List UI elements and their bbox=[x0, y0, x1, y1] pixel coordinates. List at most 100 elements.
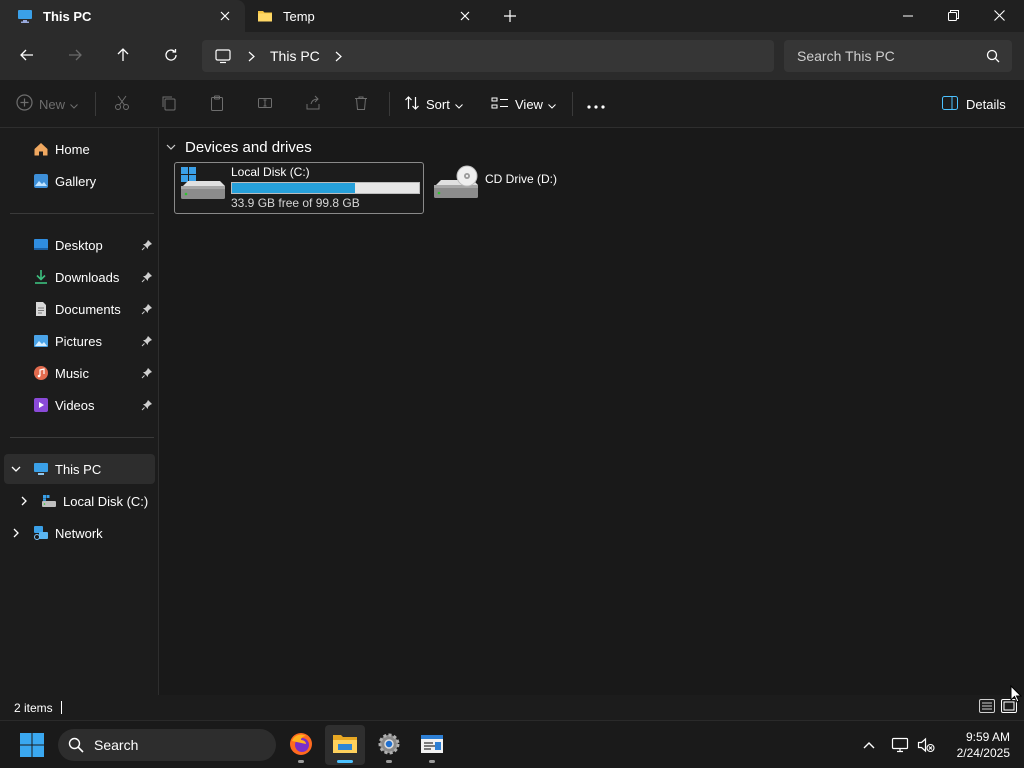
chevron-down-icon bbox=[548, 97, 556, 112]
search-placeholder: Search This PC bbox=[797, 48, 895, 64]
clock[interactable]: 9:59 AM 2/24/2025 bbox=[946, 729, 1010, 761]
close-button[interactable] bbox=[976, 0, 1022, 32]
details-label: Details bbox=[966, 96, 1006, 112]
sidebar-item-network[interactable]: Network bbox=[0, 518, 155, 548]
breadcrumb-this-pc[interactable]: This PC bbox=[270, 48, 320, 64]
sidebar-item-label: Pictures bbox=[55, 333, 102, 349]
rename-button[interactable] bbox=[257, 92, 273, 116]
group-header-devices[interactable]: Devices and drives bbox=[165, 138, 312, 156]
drive-free-space: 33.9 GB free of 99.8 GB bbox=[231, 196, 360, 210]
search-icon bbox=[986, 49, 1000, 63]
volume-muted-icon[interactable] bbox=[917, 736, 935, 754]
title-bar: This PC Temp bbox=[0, 0, 1024, 32]
taskbar-app-settings[interactable] bbox=[369, 725, 409, 765]
chevron-right-icon[interactable] bbox=[18, 495, 30, 507]
chevron-up-icon[interactable] bbox=[860, 736, 878, 754]
sidebar-item-this-pc[interactable]: This PC bbox=[4, 454, 155, 484]
sidebar-item-label: This PC bbox=[55, 461, 102, 477]
chevron-down-icon[interactable] bbox=[10, 463, 22, 475]
address-bar[interactable]: This PC bbox=[202, 40, 774, 72]
sidebar-item-videos[interactable]: Videos bbox=[0, 390, 155, 420]
more-icon bbox=[587, 97, 605, 112]
arrow-up-icon bbox=[116, 47, 130, 65]
taskbar-app-firefox[interactable] bbox=[281, 725, 321, 765]
clock-date: 2/24/2025 bbox=[956, 746, 1010, 760]
sidebar-item-gallery[interactable]: Gallery bbox=[0, 166, 155, 196]
drive-tile-cd-drive[interactable]: CD Drive (D:) bbox=[433, 162, 573, 214]
pin-icon[interactable] bbox=[141, 335, 153, 347]
sidebar-item-label: Local Disk (C:) bbox=[63, 493, 149, 509]
taskbar-search-label: Search bbox=[94, 737, 139, 753]
forward-button[interactable] bbox=[63, 44, 87, 68]
details-button[interactable]: Details bbox=[942, 92, 1006, 116]
tab-this-pc[interactable]: This PC bbox=[0, 0, 245, 32]
chevron-right-icon[interactable] bbox=[334, 49, 344, 63]
details-view-toggle[interactable] bbox=[978, 698, 996, 715]
tab-temp[interactable]: Temp bbox=[245, 0, 485, 32]
sidebar-item-pictures[interactable]: Pictures bbox=[0, 326, 155, 356]
sort-button[interactable]: Sort bbox=[404, 92, 463, 116]
sidebar-item-documents[interactable]: Documents bbox=[0, 294, 155, 324]
trash-icon bbox=[353, 95, 369, 114]
mouse-cursor-icon bbox=[1010, 684, 1023, 703]
drive-tile-local-disk[interactable]: Local Disk (C:) 33.9 GB free of 99.8 GB bbox=[174, 162, 424, 214]
sidebar-item-downloads[interactable]: Downloads bbox=[0, 262, 155, 292]
paste-button[interactable] bbox=[209, 92, 225, 116]
taskbar-search[interactable]: Search bbox=[58, 729, 276, 761]
restore-icon bbox=[947, 9, 959, 24]
minimize-button[interactable] bbox=[885, 0, 931, 32]
taskbar-app-notepad[interactable] bbox=[412, 725, 452, 765]
sidebar-item-label: Downloads bbox=[55, 269, 120, 285]
pin-icon[interactable] bbox=[141, 367, 153, 379]
chevron-right-icon[interactable] bbox=[246, 49, 256, 63]
chevron-down-icon bbox=[454, 97, 463, 112]
pin-icon[interactable] bbox=[141, 271, 153, 283]
running-indicator bbox=[298, 760, 304, 763]
sidebar-item-label: Music bbox=[55, 365, 89, 381]
delete-button[interactable] bbox=[353, 92, 369, 116]
back-button[interactable] bbox=[15, 44, 39, 68]
close-tab-icon[interactable] bbox=[217, 8, 233, 24]
pictures-icon bbox=[33, 333, 49, 349]
cut-button[interactable] bbox=[114, 92, 130, 116]
share-button[interactable] bbox=[305, 92, 321, 116]
plus-circle-icon bbox=[16, 94, 33, 114]
taskbar-app-file-explorer[interactable] bbox=[325, 725, 365, 765]
home-icon bbox=[33, 141, 49, 157]
restore-button[interactable] bbox=[930, 0, 976, 32]
status-separator bbox=[61, 701, 62, 714]
more-options-button[interactable] bbox=[587, 92, 605, 116]
search-input[interactable]: Search This PC bbox=[784, 40, 1012, 72]
share-icon bbox=[305, 95, 321, 114]
new-tab-button[interactable] bbox=[500, 6, 520, 26]
close-tab-icon[interactable] bbox=[457, 8, 473, 24]
drive-name: Local Disk (C:) bbox=[231, 165, 310, 179]
network-status-icon[interactable] bbox=[891, 736, 909, 754]
taskbar: Search 9:59 AM 2/24/2025 bbox=[0, 720, 1024, 768]
clipboard-icon bbox=[209, 95, 225, 114]
start-button[interactable] bbox=[20, 733, 44, 757]
running-indicator bbox=[337, 760, 353, 763]
monitor-icon bbox=[17, 8, 33, 24]
pin-icon[interactable] bbox=[141, 399, 153, 411]
navigation-bar: This PC Search This PC bbox=[0, 32, 1024, 80]
up-button[interactable] bbox=[111, 44, 135, 68]
divider bbox=[10, 213, 154, 214]
view-label: View bbox=[515, 96, 543, 112]
sidebar-item-home[interactable]: Home bbox=[0, 134, 155, 164]
command-bar: New Sort View Details bbox=[0, 80, 1024, 128]
chevron-down-icon bbox=[70, 97, 78, 112]
sidebar-item-music[interactable]: Music bbox=[0, 358, 155, 388]
pin-icon[interactable] bbox=[141, 303, 153, 315]
new-button[interactable]: New bbox=[16, 92, 78, 116]
cd-drive-icon bbox=[433, 165, 479, 203]
pin-icon[interactable] bbox=[141, 239, 153, 251]
view-button[interactable]: View bbox=[491, 92, 556, 116]
separator bbox=[389, 92, 390, 116]
copy-button[interactable] bbox=[161, 92, 177, 116]
refresh-button[interactable] bbox=[159, 44, 183, 68]
sidebar-item-desktop[interactable]: Desktop bbox=[0, 230, 155, 260]
chevron-right-icon[interactable] bbox=[10, 527, 22, 539]
sidebar-item-local-disk[interactable]: Local Disk (C:) bbox=[0, 486, 155, 516]
desktop-icon bbox=[33, 237, 49, 253]
